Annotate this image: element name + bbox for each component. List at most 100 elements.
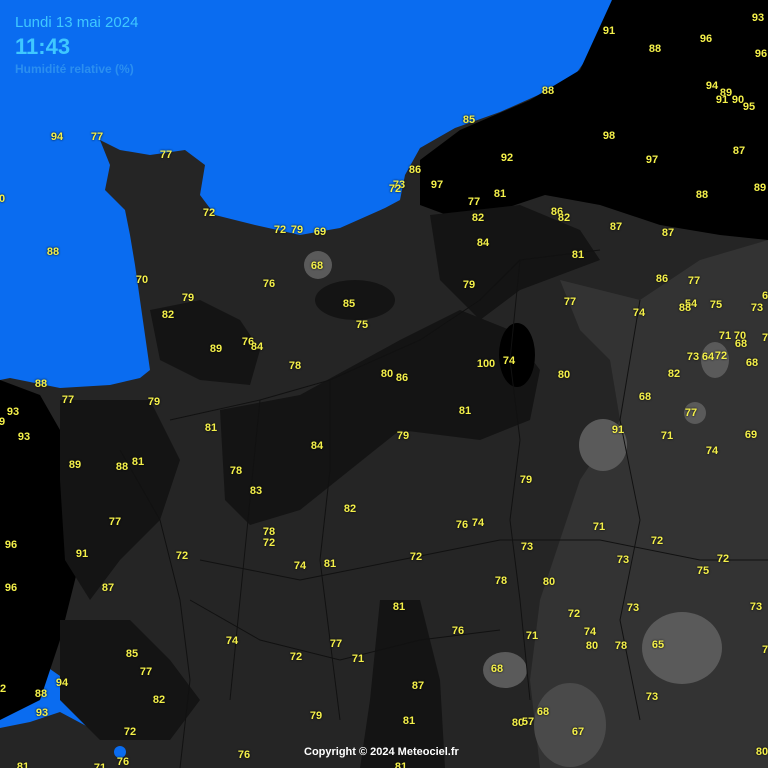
humidity-value: 77 [687, 275, 701, 287]
humidity-value: 83 [249, 485, 263, 497]
humidity-value: 81 [323, 558, 337, 570]
humidity-value: 85 [125, 648, 139, 660]
humidity-value: 97 [430, 179, 444, 191]
humidity-value: 82 [557, 212, 571, 224]
humidity-value: 96 [699, 33, 713, 45]
humidity-value: 57 [521, 716, 535, 728]
humidity-value: 81 [571, 249, 585, 261]
humidity-value: 85 [342, 298, 356, 310]
humidity-value: 88 [678, 302, 692, 314]
humidity-value: 73 [645, 691, 659, 703]
humidity-value: 91 [715, 94, 729, 106]
humidity-value: 68 [745, 357, 759, 369]
humidity-value: 72 [650, 535, 664, 547]
humidity-value: 2 [0, 683, 7, 695]
humidity-value: 81 [402, 715, 416, 727]
humidity-value: 68 [734, 338, 748, 350]
dry-spot-67 [534, 683, 606, 767]
humidity-value: 74 [502, 355, 516, 367]
humidity-value: 88 [34, 378, 48, 390]
humidity-value: 81 [394, 761, 408, 768]
humidity-value: 74 [293, 560, 307, 572]
humidity-value: 77 [159, 149, 173, 161]
humidity-value: 71 [351, 653, 365, 665]
humidity-value: 80 [380, 368, 394, 380]
humidity-value: 72 [388, 183, 402, 195]
humidity-value: 80 [542, 576, 556, 588]
humidity-value: 81 [131, 456, 145, 468]
humidity-value: 72 [175, 550, 189, 562]
humidity-value: 94 [50, 131, 64, 143]
humidity-value: 77 [139, 666, 153, 678]
humidity-value: 9 [0, 416, 6, 428]
variable-label: Humidité relative (%) [15, 62, 134, 76]
humidity-value: 94 [705, 80, 719, 92]
humidity-value: 84 [250, 341, 264, 353]
humidity-value: 77 [90, 131, 104, 143]
humidity-value: 79 [396, 430, 410, 442]
humidity-map: Lundi 13 mai 2024 11:43 Humidité relativ… [0, 0, 768, 768]
humidity-value: 79 [462, 279, 476, 291]
humidity-value: 73 [626, 602, 640, 614]
humidity-value: 69 [313, 226, 327, 238]
humidity-value: 82 [667, 368, 681, 380]
humidity-value: 88 [115, 461, 129, 473]
humidity-value: 80 [585, 640, 599, 652]
humidity-value: 77 [61, 394, 75, 406]
humidity-value: 74 [225, 635, 239, 647]
humidity-value: 76 [451, 625, 465, 637]
humidity-value: 96 [4, 539, 18, 551]
humidity-value: 72 [273, 224, 287, 236]
humidity-value: 79 [519, 474, 533, 486]
humidity-value: 87 [609, 221, 623, 233]
humidity-value: 81 [16, 761, 30, 768]
humidity-value: 76 [116, 756, 130, 768]
humidity-value: 71 [525, 630, 539, 642]
humidity-value: 73 [616, 554, 630, 566]
humidity-value: 88 [695, 189, 709, 201]
humidity-value: 82 [343, 503, 357, 515]
humidity-value: 72 [289, 651, 303, 663]
humidity-value: 75 [709, 299, 723, 311]
forecast-date: Lundi 13 mai 2024 [15, 14, 139, 31]
humidity-value: 77 [467, 196, 481, 208]
humidity-value: 86 [408, 164, 422, 176]
humidity-value: 72 [714, 350, 728, 362]
humidity-value: 96 [754, 48, 768, 60]
copyright: Copyright © 2024 Meteociel.fr [304, 746, 459, 758]
humidity-value: 81 [204, 422, 218, 434]
humidity-value: 68 [536, 706, 550, 718]
humidity-value: 95 [742, 101, 756, 113]
humidity-value: 98 [602, 130, 616, 142]
humidity-value: 71 [718, 330, 732, 342]
humidity-value: 74 [632, 307, 646, 319]
map-background [0, 0, 768, 768]
humidity-value: 78 [614, 640, 628, 652]
humidity-value: 76 [262, 278, 276, 290]
humidity-value: 91 [611, 424, 625, 436]
humidity-value: 84 [310, 440, 324, 452]
humidity-value: 72 [567, 608, 581, 620]
humidity-value: 82 [471, 212, 485, 224]
humidity-value: 80 [755, 746, 768, 758]
humidity-value: 78 [494, 575, 508, 587]
humidity-value: 68 [310, 260, 324, 272]
humidity-value: 89 [753, 182, 767, 194]
humidity-value: 82 [152, 694, 166, 706]
humidity-value: 82 [161, 309, 175, 321]
humidity-value: 100 [476, 358, 496, 370]
humidity-value: 73 [750, 302, 764, 314]
humidity-value: 79 [290, 224, 304, 236]
humidity-value: 72 [202, 207, 216, 219]
humidity-value: 74 [471, 517, 485, 529]
humidity-value: 75 [355, 319, 369, 331]
humidity-value: 79 [309, 710, 323, 722]
humidity-value: 73 [520, 541, 534, 553]
humidity-value: 0 [0, 193, 6, 205]
humidity-value: 75 [696, 565, 710, 577]
humidity-value: 88 [34, 688, 48, 700]
humidity-value: 74 [705, 445, 719, 457]
humidity-value: 78 [229, 465, 243, 477]
humidity-value: 77 [563, 296, 577, 308]
humidity-value: 72 [409, 551, 423, 563]
